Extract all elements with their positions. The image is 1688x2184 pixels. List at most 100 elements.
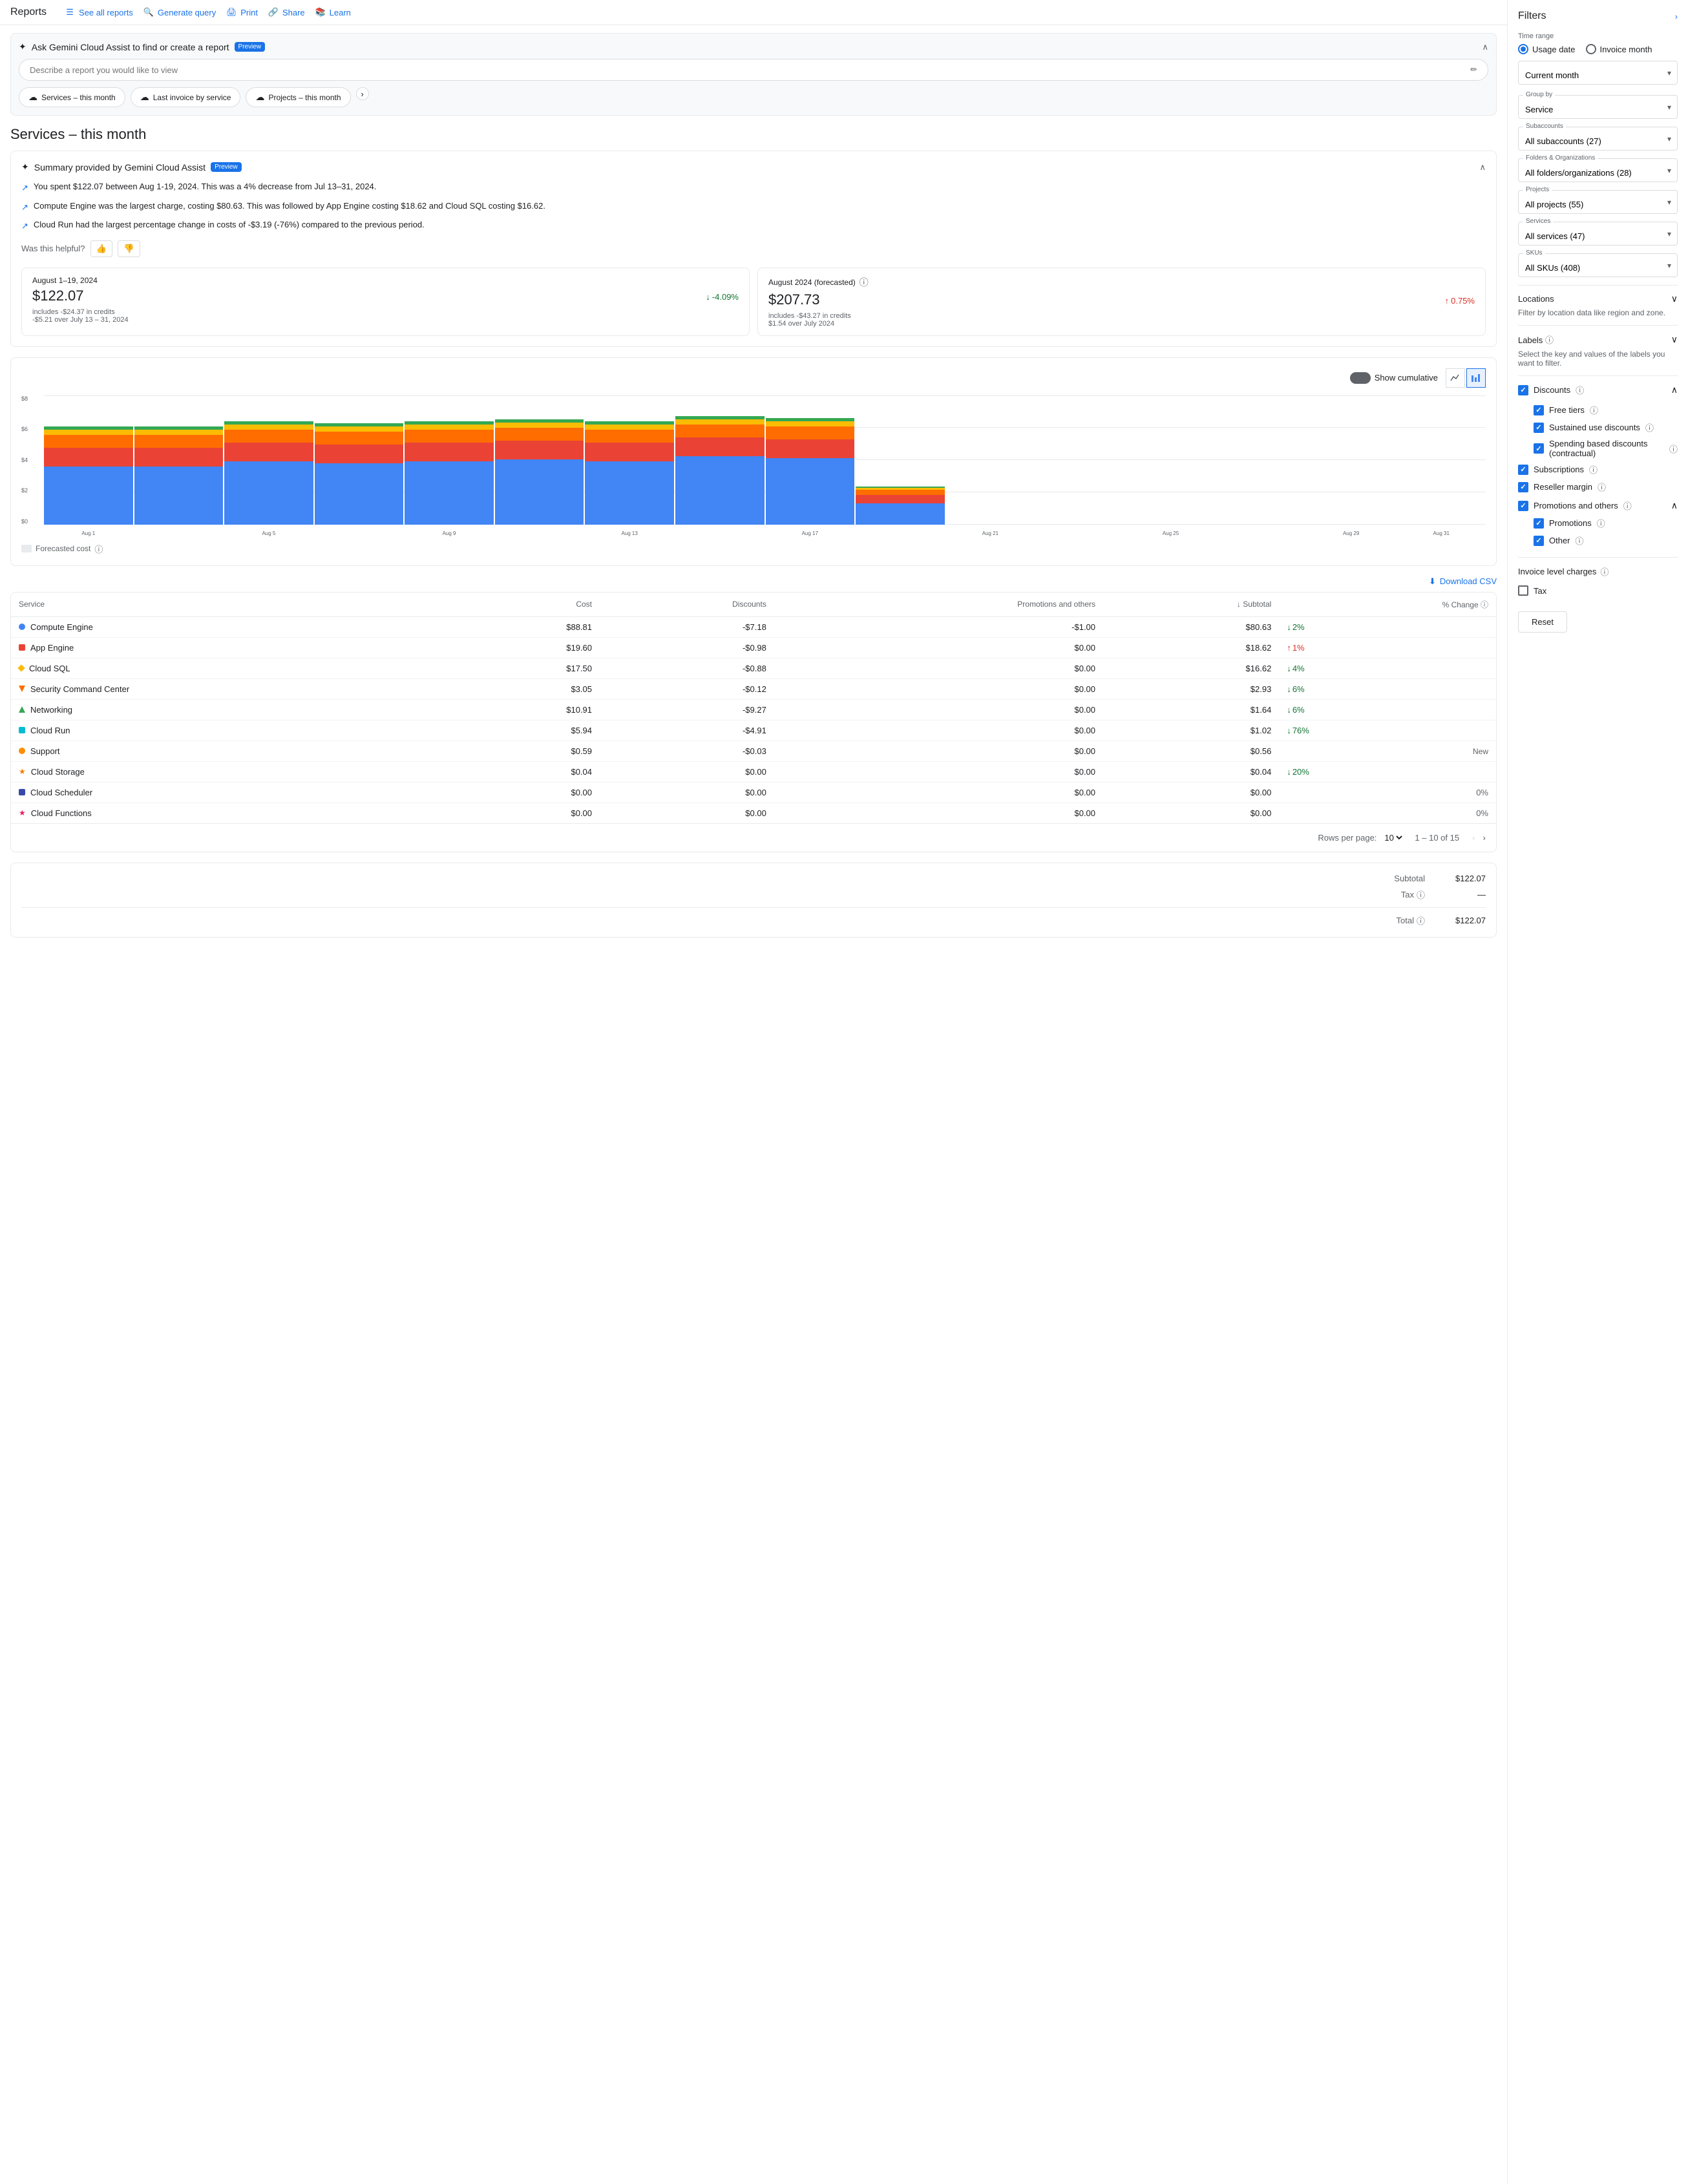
- service-cell-0: Compute Engine: [19, 622, 447, 632]
- x-label-6: Aug 13: [621, 530, 637, 536]
- invoice-charges-info-icon[interactable]: ⓘ: [1600, 565, 1609, 578]
- summary-collapse-icon[interactable]: ∧: [1479, 162, 1486, 173]
- quick-report-last-invoice[interactable]: ☁ Last invoice by service: [131, 87, 241, 107]
- promotions-info-icon[interactable]: ⓘ: [1597, 517, 1605, 529]
- sustained-use-info-icon[interactable]: ⓘ: [1645, 421, 1654, 434]
- spending-based-info-icon[interactable]: ⓘ: [1669, 443, 1678, 455]
- discounts-info-icon[interactable]: ⓘ: [1576, 384, 1584, 396]
- spending-based-checkbox[interactable]: ✓: [1534, 443, 1544, 454]
- quick-report-projects[interactable]: ☁ Projects – this month: [246, 87, 350, 107]
- promotions-others-checkbox[interactable]: ✓: [1518, 501, 1528, 511]
- generate-query-link[interactable]: 🔍 Generate query: [143, 7, 216, 17]
- promotions-collapse-icon[interactable]: ∧: [1671, 500, 1678, 511]
- invoice-month-radio[interactable]: Invoice month: [1586, 44, 1652, 54]
- cell-promotions-0: -$1.00: [774, 616, 1103, 637]
- share-link[interactable]: 🔗 Share: [268, 7, 305, 17]
- group-by-select[interactable]: Service Project SKU: [1518, 95, 1678, 119]
- folders-select[interactable]: All folders/organizations (28): [1518, 158, 1678, 182]
- rows-per-page-select[interactable]: 10 25 50: [1382, 832, 1404, 843]
- tax-checkbox[interactable]: [1518, 585, 1528, 596]
- bar-chart-button[interactable]: [1466, 368, 1486, 388]
- tax-item[interactable]: Tax: [1518, 583, 1678, 598]
- subaccounts-select[interactable]: All subaccounts (27): [1518, 127, 1678, 151]
- gemini-search-input[interactable]: [30, 65, 1470, 75]
- cumulative-toggle-switch[interactable]: [1350, 372, 1371, 384]
- bar-group-14: Aug 29: [1307, 395, 1396, 525]
- show-cumulative-toggle[interactable]: Show cumulative: [1350, 372, 1438, 384]
- bar-group-7: [675, 395, 765, 525]
- stats-row: August 1–19, 2024 $122.07 ↓ -4.09% inclu…: [21, 268, 1486, 336]
- cell-service-5: Cloud Run: [11, 720, 455, 740]
- chart-container: $0 $2 $4 $6 $8 Aug 1Aug 5Aug 9Aug 13Aug …: [21, 395, 1486, 538]
- projects-select[interactable]: All projects (55): [1518, 190, 1678, 214]
- subscriptions-item[interactable]: ✓ Subscriptions ⓘ: [1518, 461, 1678, 478]
- cell-discounts-4: -$9.27: [600, 699, 774, 720]
- cell-discounts-1: -$0.98: [600, 637, 774, 658]
- forecasted-info-icon[interactable]: ⓘ: [860, 276, 869, 289]
- help-icon: 📚: [315, 7, 326, 17]
- sustained-use-item[interactable]: ✓ Sustained use discounts ⓘ: [1518, 419, 1678, 436]
- bar-segment-blue-9: [856, 503, 945, 525]
- print-link[interactable]: 🖨 Print: [226, 7, 258, 17]
- bar-group-4: Aug 9: [405, 395, 494, 525]
- quick-report-services[interactable]: ☁ Services – this month: [19, 87, 125, 107]
- reseller-margin-info-icon[interactable]: ⓘ: [1598, 481, 1606, 493]
- usage-date-radio-circle: [1518, 44, 1528, 54]
- current-period-select-container: Current month Last month Custom range: [1518, 61, 1678, 85]
- locations-header[interactable]: Locations ∨: [1518, 293, 1678, 304]
- credits-collapse-icon[interactable]: ∧: [1671, 384, 1678, 395]
- tax-info-icon[interactable]: ⓘ: [1417, 888, 1425, 901]
- current-period-select[interactable]: Current month Last month Custom range: [1518, 61, 1678, 85]
- reseller-margin-item[interactable]: ✓ Reseller margin ⓘ: [1518, 478, 1678, 496]
- forecasted-legend-info-icon[interactable]: ⓘ: [94, 543, 103, 555]
- bar-group-1: [134, 395, 224, 525]
- subscriptions-checkbox[interactable]: ✓: [1518, 465, 1528, 475]
- learn-link[interactable]: 📚 Learn: [315, 7, 351, 17]
- spending-based-item[interactable]: ✓ Spending based discounts (contractual)…: [1518, 436, 1678, 461]
- thumbs-down-button[interactable]: 👎: [118, 240, 140, 257]
- skus-select[interactable]: All SKUs (408): [1518, 253, 1678, 277]
- col-subtotal[interactable]: ↓ Subtotal: [1103, 593, 1279, 617]
- sustained-use-checkbox[interactable]: ✓: [1534, 423, 1544, 433]
- free-tiers-item[interactable]: ✓ Free tiers ⓘ: [1518, 401, 1678, 419]
- thumbs-up-button[interactable]: 👍: [90, 240, 113, 257]
- promotions-item[interactable]: ✓ Promotions ⓘ: [1518, 514, 1678, 532]
- line-chart-button[interactable]: [1446, 368, 1465, 388]
- quick-reports-next-arrow[interactable]: ›: [356, 87, 369, 100]
- promotions-checkbox[interactable]: ✓: [1534, 518, 1544, 529]
- reseller-margin-checkbox[interactable]: ✓: [1518, 482, 1528, 492]
- pct-change-info-icon[interactable]: ⓘ: [1481, 600, 1488, 609]
- free-tiers-checkbox[interactable]: ✓: [1534, 405, 1544, 415]
- see-all-reports-link[interactable]: ☰ See all reports: [65, 7, 133, 17]
- services-select[interactable]: All services (47): [1518, 222, 1678, 246]
- promotions-others-info-icon[interactable]: ⓘ: [1623, 499, 1632, 512]
- cell-discounts-9: $0.00: [600, 803, 774, 823]
- sidebar-collapse-button[interactable]: ›: [1675, 12, 1678, 21]
- download-csv-link[interactable]: ⬇ Download CSV: [1429, 576, 1497, 587]
- subaccounts-label: Subaccounts: [1523, 123, 1566, 130]
- other-item[interactable]: ✓ Other ⓘ: [1518, 532, 1678, 549]
- y-label-6: $6: [21, 426, 42, 432]
- labels-header[interactable]: Labels ⓘ ∨: [1518, 333, 1678, 346]
- free-tiers-info-icon[interactable]: ⓘ: [1590, 404, 1598, 416]
- projects-label: Projects: [1523, 186, 1552, 193]
- col-pct-change: % Change ⓘ: [1279, 593, 1496, 617]
- bar-stack-4: [405, 421, 494, 525]
- total-info-icon[interactable]: ⓘ: [1417, 914, 1425, 927]
- tax-value: —: [1440, 890, 1486, 899]
- prev-page-button[interactable]: ‹: [1470, 830, 1477, 845]
- other-info-icon[interactable]: ⓘ: [1576, 534, 1584, 547]
- next-page-button[interactable]: ›: [1481, 830, 1488, 845]
- discounts-checkbox[interactable]: ✓: [1518, 385, 1528, 395]
- reset-button[interactable]: Reset: [1518, 611, 1567, 633]
- gemini-collapse-icon[interactable]: ∧: [1482, 42, 1488, 52]
- page-title: Services – this month: [10, 126, 1497, 143]
- share-label: Share: [282, 8, 305, 17]
- usage-date-radio[interactable]: Usage date: [1518, 44, 1576, 54]
- subscriptions-info-icon[interactable]: ⓘ: [1589, 463, 1598, 476]
- chart-section: Show cumulative $0 $2 $4 $6 $8: [10, 357, 1497, 566]
- other-checkbox[interactable]: ✓: [1534, 536, 1544, 546]
- stat-current: August 1–19, 2024 $122.07 ↓ -4.09% inclu…: [21, 268, 750, 336]
- stat-forecasted-change-pct: 0.75%: [1451, 296, 1475, 306]
- labels-info-icon[interactable]: ⓘ: [1545, 335, 1554, 345]
